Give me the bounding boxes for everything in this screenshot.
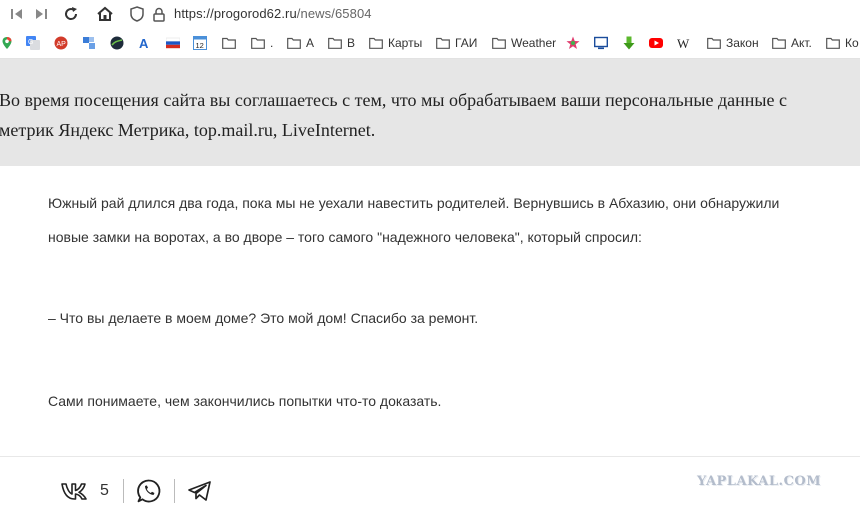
- bookmark-folder-weather[interactable]: Weather: [492, 34, 556, 52]
- vk-share-count: 5: [100, 482, 109, 499]
- folder-icon: [436, 37, 450, 49]
- folder-icon: [369, 37, 383, 49]
- monitor-icon: [594, 36, 608, 50]
- folder-icon: [222, 37, 236, 49]
- bookmark-folder-zakon[interactable]: Закон: [707, 34, 759, 52]
- bookmark-translate[interactable]: G: [26, 34, 44, 52]
- letter-a-icon: A: [139, 36, 149, 50]
- bookmark-youtube[interactable]: [649, 34, 667, 52]
- bookmark-label: Карты: [388, 36, 423, 50]
- url-host: https://progorod62.ru: [174, 6, 297, 21]
- google-maps-icon: [2, 37, 12, 49]
- sphere-icon: [110, 36, 124, 50]
- svg-text:A: A: [139, 36, 149, 50]
- bookmark-folder-maps[interactable]: Карты: [369, 34, 422, 52]
- bookmark-tiles[interactable]: [82, 34, 100, 52]
- whatsapp-icon[interactable]: [136, 478, 162, 504]
- folder-icon: [492, 37, 506, 49]
- bookmark-label: А: [306, 36, 315, 50]
- wikipedia-icon: W: [677, 36, 690, 50]
- svg-text:AP: AP: [57, 41, 67, 48]
- share-separator: [173, 479, 175, 503]
- article-paragraph-2: – Что вы делаете в моем доме? Это мой до…: [48, 310, 479, 326]
- folder-icon: [287, 37, 301, 49]
- svg-text:W: W: [677, 36, 690, 50]
- bookmark-folder-gai[interactable]: ГАИ: [436, 34, 477, 52]
- share-divider: [0, 456, 860, 457]
- download-arrow-icon: [623, 36, 635, 50]
- bookmark-label: Закон: [726, 36, 759, 50]
- bookmark-label: ГАИ: [455, 36, 478, 50]
- bookmark-red[interactable]: AP: [54, 34, 72, 52]
- bookmark-folder-1[interactable]: [222, 34, 241, 52]
- bookmarks-bar: G AP A 12 . А В Карты ГАИ Weather W Зако…: [0, 28, 860, 59]
- telegram-icon[interactable]: [187, 479, 213, 503]
- forward-icon[interactable]: [32, 5, 50, 23]
- reload-icon[interactable]: [62, 5, 80, 23]
- bookmark-download[interactable]: [622, 34, 640, 52]
- folder-icon: [328, 37, 342, 49]
- bookmark-folder-akt[interactable]: Акт.: [772, 34, 812, 52]
- back-icon[interactable]: [8, 5, 26, 23]
- cookie-banner-line-2: метрик Яндекс Метрика, top.mail.ru, Live…: [0, 120, 376, 140]
- youtube-icon: [649, 38, 663, 48]
- folder-icon: [826, 37, 840, 49]
- google-translate-icon: G: [26, 36, 40, 50]
- bookmark-label: Акт.: [791, 36, 812, 50]
- bookmark-maps[interactable]: [0, 34, 18, 52]
- bookmark-folder-2[interactable]: .: [251, 34, 273, 52]
- bookmark-calendar[interactable]: 12: [193, 34, 211, 52]
- url-path: /news/65804: [296, 6, 372, 21]
- share-separator: [122, 479, 124, 503]
- red-circle-icon: AP: [54, 36, 68, 50]
- bookmark-label: Ко: [845, 36, 859, 50]
- bookmark-sphere[interactable]: [110, 34, 128, 52]
- russia-flag-icon: [166, 37, 180, 49]
- bookmark-star[interactable]: [566, 34, 584, 52]
- folder-icon: [251, 37, 265, 49]
- bookmark-folder-a[interactable]: А: [287, 34, 314, 52]
- share-bar: 5: [60, 474, 213, 508]
- blue-tiles-icon: [83, 37, 95, 49]
- article-paragraph-3: Сами понимаете, чем закончились попытки …: [48, 393, 442, 409]
- folder-icon: [707, 37, 721, 49]
- bookmark-label: Weather: [511, 36, 557, 50]
- browser-toolbar: https://progorod62.ru/news/65804: [0, 0, 860, 28]
- home-icon[interactable]: [96, 5, 114, 23]
- svg-text:G: G: [28, 39, 33, 46]
- star-color-icon: [566, 36, 580, 49]
- shield-icon[interactable]: [128, 5, 146, 23]
- vk-icon[interactable]: [60, 479, 92, 503]
- calendar-12-icon: 12: [193, 36, 207, 50]
- bookmark-a[interactable]: A: [138, 34, 156, 52]
- bookmark-folder-v[interactable]: В: [328, 34, 355, 52]
- svg-text:12: 12: [196, 41, 204, 50]
- paragraph-line: Южный рай длился два года, пока мы не уе…: [48, 195, 780, 211]
- bookmark-label: В: [347, 36, 356, 50]
- folder-icon: [772, 37, 786, 49]
- article-paragraph-1: Южный рай длился два года, пока мы не уе…: [48, 186, 779, 254]
- bookmark-monitor[interactable]: [594, 34, 612, 52]
- bookmark-wikipedia[interactable]: W: [677, 34, 695, 52]
- cookie-banner[interactable]: Во время посещения сайта вы соглашаетесь…: [0, 59, 860, 166]
- address-bar[interactable]: https://progorod62.ru/news/65804: [174, 6, 372, 21]
- watermark: YAPLAKAL.COM: [697, 474, 822, 489]
- bookmark-folder-ko[interactable]: Ко: [826, 34, 859, 52]
- paragraph-line: новые замки на воротах, а во дворе – тог…: [48, 229, 642, 245]
- lock-icon[interactable]: [150, 5, 168, 23]
- bookmark-russia[interactable]: [166, 34, 184, 52]
- bookmark-label: .: [270, 36, 274, 50]
- cookie-banner-text: Во время посещения сайта вы соглашаетесь…: [0, 85, 860, 145]
- cookie-banner-line-1: Во время посещения сайта вы соглашаетесь…: [0, 90, 787, 110]
